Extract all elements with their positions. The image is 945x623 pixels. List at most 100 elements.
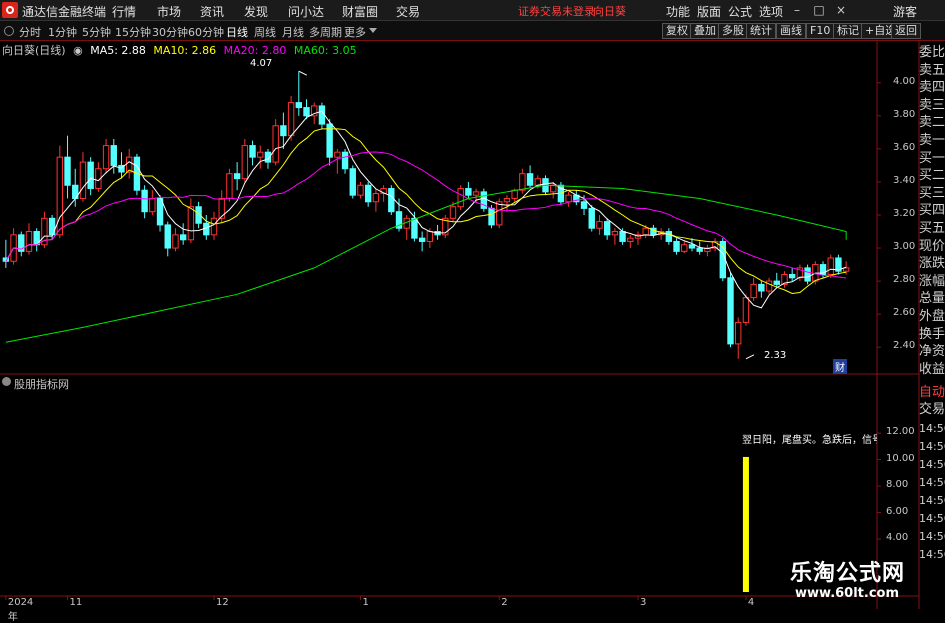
side-row[interactable]: 外盘 (919, 308, 945, 326)
side-row[interactable]: 卖五 (919, 62, 945, 80)
period-weekly[interactable]: 周线 (254, 24, 276, 40)
side-row[interactable]: 卖四 (919, 79, 945, 97)
indicator-toggle-icon[interactable] (2, 377, 11, 386)
side-row[interactable]: 卖三 (919, 97, 945, 115)
btn-fuquan[interactable]: 复权 (662, 23, 692, 39)
menu-gongneng[interactable]: 功能 (666, 3, 690, 20)
candle-body (318, 105, 326, 125)
candle-body (550, 184, 557, 193)
time-row: 14:56 (919, 422, 945, 435)
refresh-icon[interactable] (4, 26, 14, 36)
time-row: 14:56 (919, 512, 945, 525)
menu-hangqing[interactable]: 行情 (112, 3, 136, 20)
indicator-title: 股朋指标网 (14, 378, 69, 391)
price-tick-label: 3.00 (893, 241, 916, 253)
side-row[interactable]: 总量 (919, 290, 945, 308)
menu-faxian[interactable]: 发现 (244, 3, 268, 20)
close-icon[interactable]: × (831, 1, 851, 19)
maximize-icon[interactable]: □ (809, 1, 829, 19)
candle-body (303, 107, 310, 117)
candle-body (457, 188, 464, 208)
side-row[interactable]: 买一 (919, 150, 945, 168)
candle-body (565, 194, 572, 203)
candle-body (827, 257, 834, 275)
candle-body (110, 145, 117, 166)
menu-banmian[interactable]: 版面 (697, 3, 721, 20)
menu-wenxiaoda[interactable]: 问小达 (288, 3, 324, 20)
high-annotation: 4.07 (250, 58, 273, 69)
candle-body (511, 189, 518, 199)
side-row[interactable]: 换手 (919, 326, 945, 344)
candle-body (488, 207, 495, 226)
watermark-url: www.60lt.com (795, 586, 900, 601)
menu-zixun[interactable]: 资讯 (200, 3, 224, 20)
side-row[interactable]: 卖二 (919, 114, 945, 132)
period-60min[interactable]: 60分钟 (188, 24, 224, 40)
finance-marker[interactable]: 财 (833, 359, 847, 374)
more-dropdown-icon[interactable] (369, 28, 377, 33)
time-row: 14:56 (919, 476, 945, 489)
indicator-tick-label: 10.00 (886, 452, 915, 464)
period-30min[interactable]: 30分钟 (152, 24, 188, 40)
period-1min[interactable]: 1分钟 (48, 24, 77, 40)
watermark-title: 乐淘公式网 (790, 561, 906, 586)
trade-login-notice[interactable]: 证券交易未登录 (518, 3, 595, 19)
btn-tongji[interactable]: 统计 (746, 23, 776, 39)
menu-xuanxiang[interactable]: 选项 (759, 3, 783, 20)
side-mode-row[interactable]: 自动 (919, 384, 945, 402)
side-row[interactable]: 委比 (919, 44, 945, 62)
price-chart[interactable] (0, 40, 945, 609)
period-5min[interactable]: 5分钟 (82, 24, 111, 40)
candle-body (735, 321, 742, 345)
candle-body (472, 191, 480, 196)
price-tick-label: 4.00 (893, 75, 916, 87)
period-monthly[interactable]: 月线 (282, 24, 304, 40)
side-row[interactable]: 收益 (919, 361, 945, 379)
guest-label[interactable]: 游客 (893, 3, 917, 20)
candle-body (681, 244, 688, 252)
time-row: 14:56 (919, 530, 945, 543)
candle-body (688, 244, 696, 249)
candle-body (758, 283, 765, 292)
price-tick-label: 2.40 (893, 340, 916, 352)
candle-body (372, 193, 380, 203)
btn-huaxian[interactable]: 画线 (776, 23, 806, 39)
menu-gongshi[interactable]: 公式 (728, 3, 752, 20)
price-tick-label: 2.60 (893, 307, 916, 319)
candle-body (411, 217, 418, 239)
candle-body (249, 145, 256, 158)
btn-fanhui[interactable]: 返回 (891, 23, 921, 39)
app-title: 通达信金融终端 (22, 5, 107, 19)
side-row[interactable]: 买五 (919, 220, 945, 238)
candle-body (257, 151, 264, 158)
signal-text: 翌日阳，尾盘买。急跌后，信号 (742, 435, 877, 446)
btn-diejia[interactable]: 叠加 (690, 23, 720, 39)
side-row[interactable]: 涨跌 (919, 255, 945, 273)
side-row[interactable]: 买四 (919, 202, 945, 220)
candle-body (696, 247, 703, 252)
candle-body (596, 221, 603, 229)
candle-body (496, 201, 503, 226)
period-daily[interactable]: 日线 (226, 24, 248, 40)
candle-body (233, 173, 241, 180)
period-15min[interactable]: 15分钟 (115, 24, 151, 40)
menu-jiaoyi[interactable]: 交易 (396, 3, 420, 20)
side-row[interactable]: 涨幅 (919, 273, 945, 291)
period-fenshi[interactable]: 分时 (19, 24, 41, 40)
menu-caifuquan[interactable]: 财富圈 (342, 3, 378, 20)
candle-body (642, 227, 649, 236)
btn-duogu[interactable]: 多股 (718, 23, 748, 39)
side-row[interactable]: 卖一 (919, 132, 945, 150)
side-row[interactable]: 买三 (919, 185, 945, 203)
side-row[interactable]: 现价 (919, 238, 945, 256)
minimize-icon[interactable]: – (787, 1, 807, 19)
side-row[interactable]: 买二 (919, 167, 945, 185)
period-multi[interactable]: 多周期 (309, 24, 342, 40)
period-more[interactable]: 更多 (344, 24, 366, 40)
btn-biaoji[interactable]: 标记 (833, 23, 863, 39)
candle-body (588, 207, 595, 229)
side-mode-row[interactable]: 交易 (919, 401, 945, 419)
side-row[interactable]: 净资 (919, 343, 945, 361)
menu-shichang[interactable]: 市场 (157, 3, 181, 20)
candle-body (179, 234, 187, 241)
